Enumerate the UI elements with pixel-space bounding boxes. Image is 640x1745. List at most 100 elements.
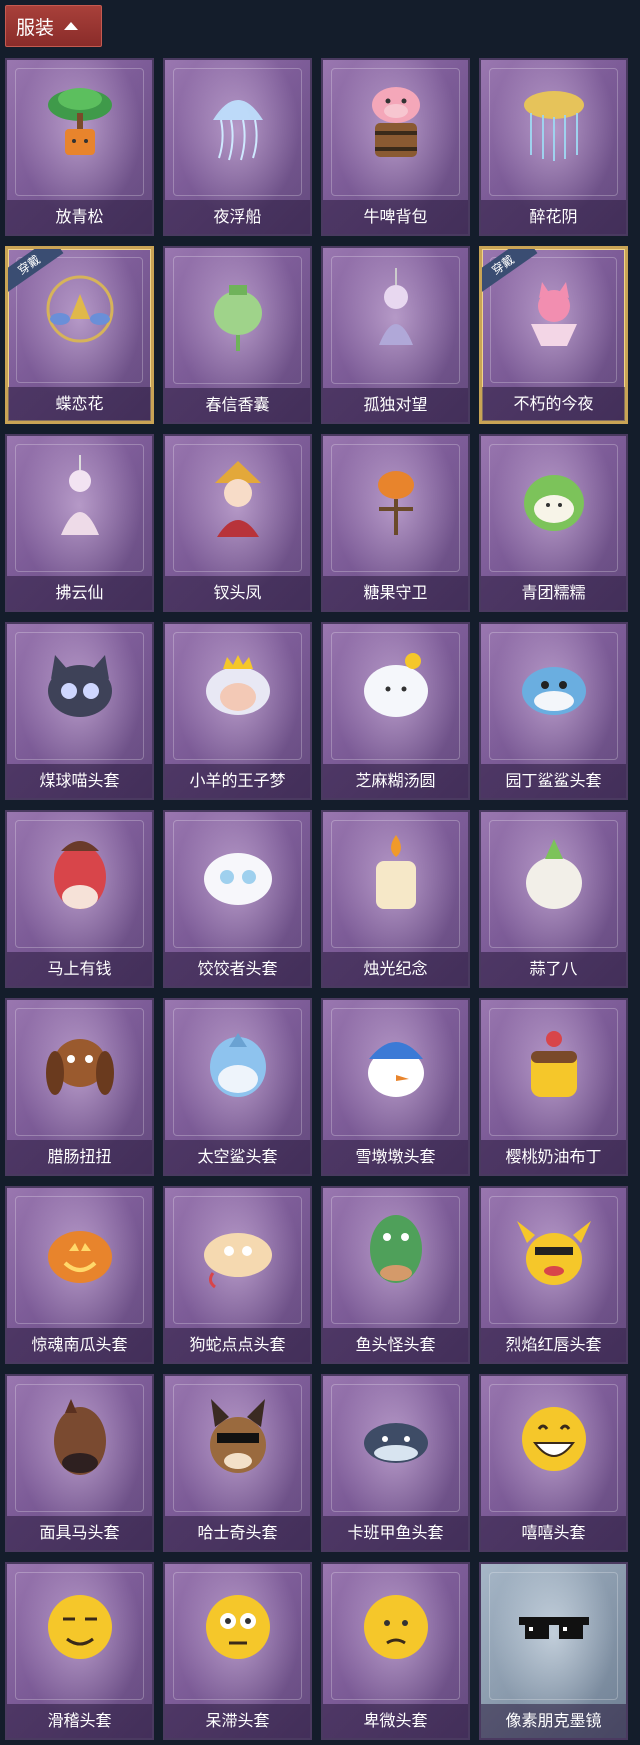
dumpling-cloud-icon (193, 827, 283, 917)
item-name: 面具马头套 (7, 1516, 152, 1550)
phoenix-doll-icon (193, 451, 283, 541)
item-card[interactable]: 春信香囊 (163, 246, 312, 424)
shark-bee-icon (509, 639, 599, 729)
item-name: 雪墩墩头套 (323, 1140, 468, 1174)
item-card[interactable]: 蒜了八 (479, 810, 628, 988)
sheep-crown-icon (193, 639, 283, 729)
horse-mask-icon (35, 1391, 125, 1481)
tab-costume-label: 服装 (16, 16, 55, 39)
item-card[interactable]: 哈士奇头套 (163, 1374, 312, 1552)
item-card[interactable]: 牛啤背包 (321, 58, 470, 236)
item-name: 牛啤背包 (323, 200, 468, 234)
fish-head-icon (351, 1391, 441, 1481)
item-name: 煤球喵头套 (7, 764, 152, 798)
item-name: 饺饺者头套 (165, 952, 310, 986)
item-card[interactable]: 卑微头套 (321, 1562, 470, 1740)
item-name: 放青松 (7, 200, 152, 234)
item-card[interactable]: 醉花阴 (479, 58, 628, 236)
item-card[interactable]: 穿戴 蝶恋花 (5, 246, 154, 424)
flower-chandelier-icon (509, 75, 599, 165)
item-card[interactable]: 腊肠扭扭 (5, 998, 154, 1176)
sachet-icon (193, 263, 283, 353)
item-name: 太空鲨头套 (165, 1140, 310, 1174)
jack-o-lantern-icon (35, 1203, 125, 1293)
item-card[interactable]: 雪墩墩头套 (321, 998, 470, 1176)
dazed-emoji-icon (193, 1579, 283, 1669)
pixel-sunglasses-icon (509, 1579, 599, 1669)
item-name: 蝶恋花 (8, 387, 151, 421)
item-card[interactable]: 滑稽头套 (5, 1562, 154, 1740)
item-name: 惊魂南瓜头套 (7, 1328, 152, 1362)
item-card[interactable]: 煤球喵头套 (5, 622, 154, 800)
item-card[interactable]: 狗蛇点点头套 (163, 1186, 312, 1364)
item-card[interactable]: 卡班甲鱼头套 (321, 1374, 470, 1552)
item-card[interactable]: 像素朋克墨镜 (479, 1562, 628, 1740)
item-card[interactable]: 放青松 (5, 58, 154, 236)
snowman-head-icon (351, 1015, 441, 1105)
item-card[interactable]: 太空鲨头套 (163, 998, 312, 1176)
item-name: 芝麻糊汤圆 (323, 764, 468, 798)
item-name: 卑微头套 (323, 1704, 468, 1738)
item-card[interactable]: 拂云仙 (5, 434, 154, 612)
dachshund-head-icon (35, 1015, 125, 1105)
item-card[interactable]: 夜浮船 (163, 58, 312, 236)
item-card[interactable]: 孤独对望 (321, 246, 470, 424)
snake-head-icon (193, 1203, 283, 1293)
caret-up-icon (64, 22, 79, 30)
figure-pendant-icon (351, 263, 441, 353)
item-card[interactable]: 糖果守卫 (321, 434, 470, 612)
item-name: 夜浮船 (165, 200, 310, 234)
item-name: 烈焰红唇头套 (481, 1328, 626, 1362)
pumpkin-scarecrow-icon (351, 451, 441, 541)
item-name: 拂云仙 (7, 576, 152, 610)
item-card[interactable]: 惊魂南瓜头套 (5, 1186, 154, 1364)
item-card[interactable]: 钗头凤 (163, 434, 312, 612)
item-card[interactable]: 樱桃奶油布丁 (479, 998, 628, 1176)
tab-costume[interactable]: 服装 (5, 5, 102, 47)
butterfly-bell-icon (35, 264, 125, 354)
item-card[interactable]: 烈焰红唇头套 (479, 1186, 628, 1364)
jellyfish-icon (193, 75, 283, 165)
black-cat-head-icon (35, 639, 125, 729)
pikachu-lips-head-icon (509, 1203, 599, 1293)
pine-bonsai-icon (35, 75, 125, 165)
item-name: 孤独对望 (323, 388, 468, 422)
item-name: 蒜了八 (481, 952, 626, 986)
fairy-pendant-icon (35, 451, 125, 541)
fox-cup-icon (509, 264, 599, 354)
cow-mug-icon (351, 75, 441, 165)
pudding-head-icon (509, 1015, 599, 1105)
item-name: 糖果守卫 (323, 576, 468, 610)
item-card[interactable]: 烛光纪念 (321, 810, 470, 988)
humble-emoji-icon (351, 1579, 441, 1669)
item-name: 卡班甲鱼头套 (323, 1516, 468, 1550)
item-name: 烛光纪念 (323, 952, 468, 986)
item-name: 像素朋克墨镜 (481, 1704, 626, 1738)
item-card[interactable]: 马上有钱 (5, 810, 154, 988)
item-card[interactable]: 饺饺者头套 (163, 810, 312, 988)
item-name: 滑稽头套 (7, 1704, 152, 1738)
item-name: 马上有钱 (7, 952, 152, 986)
item-card[interactable]: 鱼头怪头套 (321, 1186, 470, 1364)
item-card[interactable]: 芝麻糊汤圆 (321, 622, 470, 800)
husky-sunglasses-icon (193, 1391, 283, 1481)
item-name: 青团糯糯 (481, 576, 626, 610)
item-name: 呆滞头套 (165, 1704, 310, 1738)
item-card[interactable]: 小羊的王子梦 (163, 622, 312, 800)
item-name: 不朽的今夜 (482, 387, 625, 421)
item-name: 钗头凤 (165, 576, 310, 610)
item-card[interactable]: 呆滞头套 (163, 1562, 312, 1740)
item-card[interactable]: 嘻嘻头套 (479, 1374, 628, 1552)
rice-ball-icon (351, 639, 441, 729)
item-name: 腊肠扭扭 (7, 1140, 152, 1174)
item-card[interactable]: 穿戴 不朽的今夜 (479, 246, 628, 424)
item-card[interactable]: 园丁鲨鲨头套 (479, 622, 628, 800)
item-name: 鱼头怪头套 (323, 1328, 468, 1362)
fish-monster-head-icon (351, 1203, 441, 1293)
item-card[interactable]: 青团糯糯 (479, 434, 628, 612)
candle-head-icon (351, 827, 441, 917)
item-name: 醉花阴 (481, 200, 626, 234)
item-card[interactable]: 面具马头套 (5, 1374, 154, 1552)
item-name: 狗蛇点点头套 (165, 1328, 310, 1362)
item-name: 嘻嘻头套 (481, 1516, 626, 1550)
